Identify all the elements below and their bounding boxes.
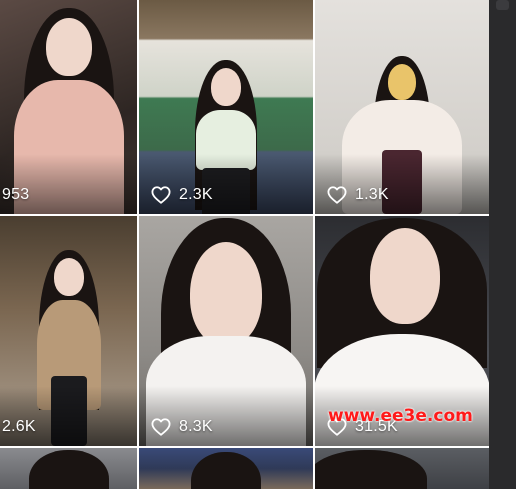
scrollbar[interactable] bbox=[489, 0, 516, 489]
heart-outline-icon bbox=[327, 186, 347, 204]
video-thumbnail[interactable]: 2.6K bbox=[0, 216, 137, 446]
person-face bbox=[388, 64, 416, 100]
person-face bbox=[211, 68, 241, 106]
like-count: 8.3K bbox=[151, 418, 213, 436]
like-count: 2.6K bbox=[2, 418, 36, 435]
person-face bbox=[53, 258, 84, 296]
person-face bbox=[370, 228, 441, 324]
video-thumbnail[interactable]: 2.3K bbox=[139, 0, 313, 214]
video-thumbnail[interactable] bbox=[315, 448, 489, 489]
person-face bbox=[190, 242, 262, 346]
heart-outline-icon bbox=[151, 186, 171, 204]
video-thumbnail[interactable] bbox=[0, 448, 137, 489]
video-thumbnail[interactable]: 953 bbox=[0, 0, 137, 214]
video-thumbnail[interactable]: 1.3K bbox=[315, 0, 489, 214]
like-count: 953 bbox=[2, 186, 30, 203]
video-thumbnail[interactable]: 8.3K bbox=[139, 216, 313, 446]
like-count: 2.3K bbox=[151, 186, 213, 204]
like-count: 1.3K bbox=[327, 186, 389, 204]
watermark-text: www.ee3e.com bbox=[328, 406, 473, 426]
scrollbar-thumb[interactable] bbox=[496, 0, 509, 10]
heart-outline-icon bbox=[151, 418, 171, 436]
person-face bbox=[45, 18, 92, 76]
video-thumbnail[interactable] bbox=[139, 448, 313, 489]
